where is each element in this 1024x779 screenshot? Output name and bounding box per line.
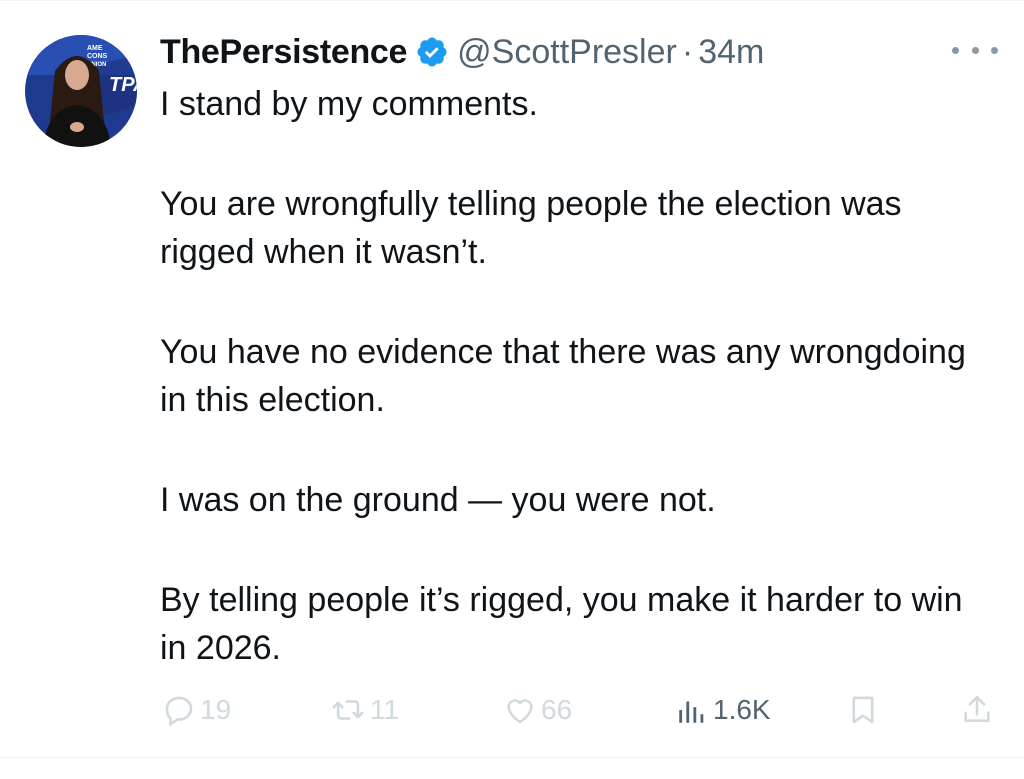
- share-icon: [964, 695, 990, 722]
- views-button[interactable]: 1.6K: [675, 688, 771, 732]
- reply-icon: [165, 696, 193, 727]
- tweet-paragraph: By telling people it’s rigged, you make …: [160, 581, 963, 667]
- tweet-text: I stand by my comments. You are wrongful…: [160, 80, 990, 672]
- tweet-paragraph: I was on the ground — you were not.: [160, 481, 716, 519]
- like-icon: [507, 699, 533, 724]
- share-button[interactable]: [960, 688, 994, 732]
- repost-button[interactable]: 11: [330, 688, 399, 732]
- reply-count: 19: [200, 694, 232, 725]
- views-icon: [679, 701, 704, 723]
- bookmark-icon: [852, 696, 874, 724]
- avatar-logo-text: CONS: [87, 53, 108, 60]
- bookmark-button[interactable]: [846, 688, 880, 732]
- repost-icon: [332, 700, 364, 720]
- avatar-logo-text: TPA: [109, 74, 137, 96]
- avatar[interactable]: AME CONS UNION TPA: [25, 35, 137, 147]
- like-button[interactable]: 66: [503, 688, 572, 732]
- action-bar: 19 11 66 1.6K: [160, 688, 1000, 732]
- more-options-icon[interactable]: [952, 38, 998, 62]
- repost-count: 11: [370, 694, 400, 725]
- display-name[interactable]: ThePersistence: [160, 28, 407, 76]
- timestamp[interactable]: 34m: [698, 28, 764, 76]
- verified-badge-icon: [417, 37, 447, 67]
- separator-dot: ·: [681, 33, 694, 71]
- avatar-logo-text: AME: [87, 45, 103, 52]
- bottom-divider: [0, 757, 1024, 758]
- like-count: 66: [541, 694, 573, 725]
- view-count: 1.6K: [713, 694, 771, 725]
- top-divider: [0, 0, 1024, 1]
- tweet-paragraph: I stand by my comments.: [160, 85, 538, 123]
- tweet-header: ThePersistence @ScottPresler · 34m: [160, 28, 764, 76]
- user-handle[interactable]: @ScottPresler: [457, 28, 677, 76]
- avatar-image: AME CONS UNION TPA: [25, 35, 137, 147]
- reply-button[interactable]: 19: [162, 688, 231, 732]
- tweet-paragraph: You are wrongfully telling people the el…: [160, 185, 902, 271]
- tweet-paragraph: You have no evidence that there was any …: [160, 333, 966, 419]
